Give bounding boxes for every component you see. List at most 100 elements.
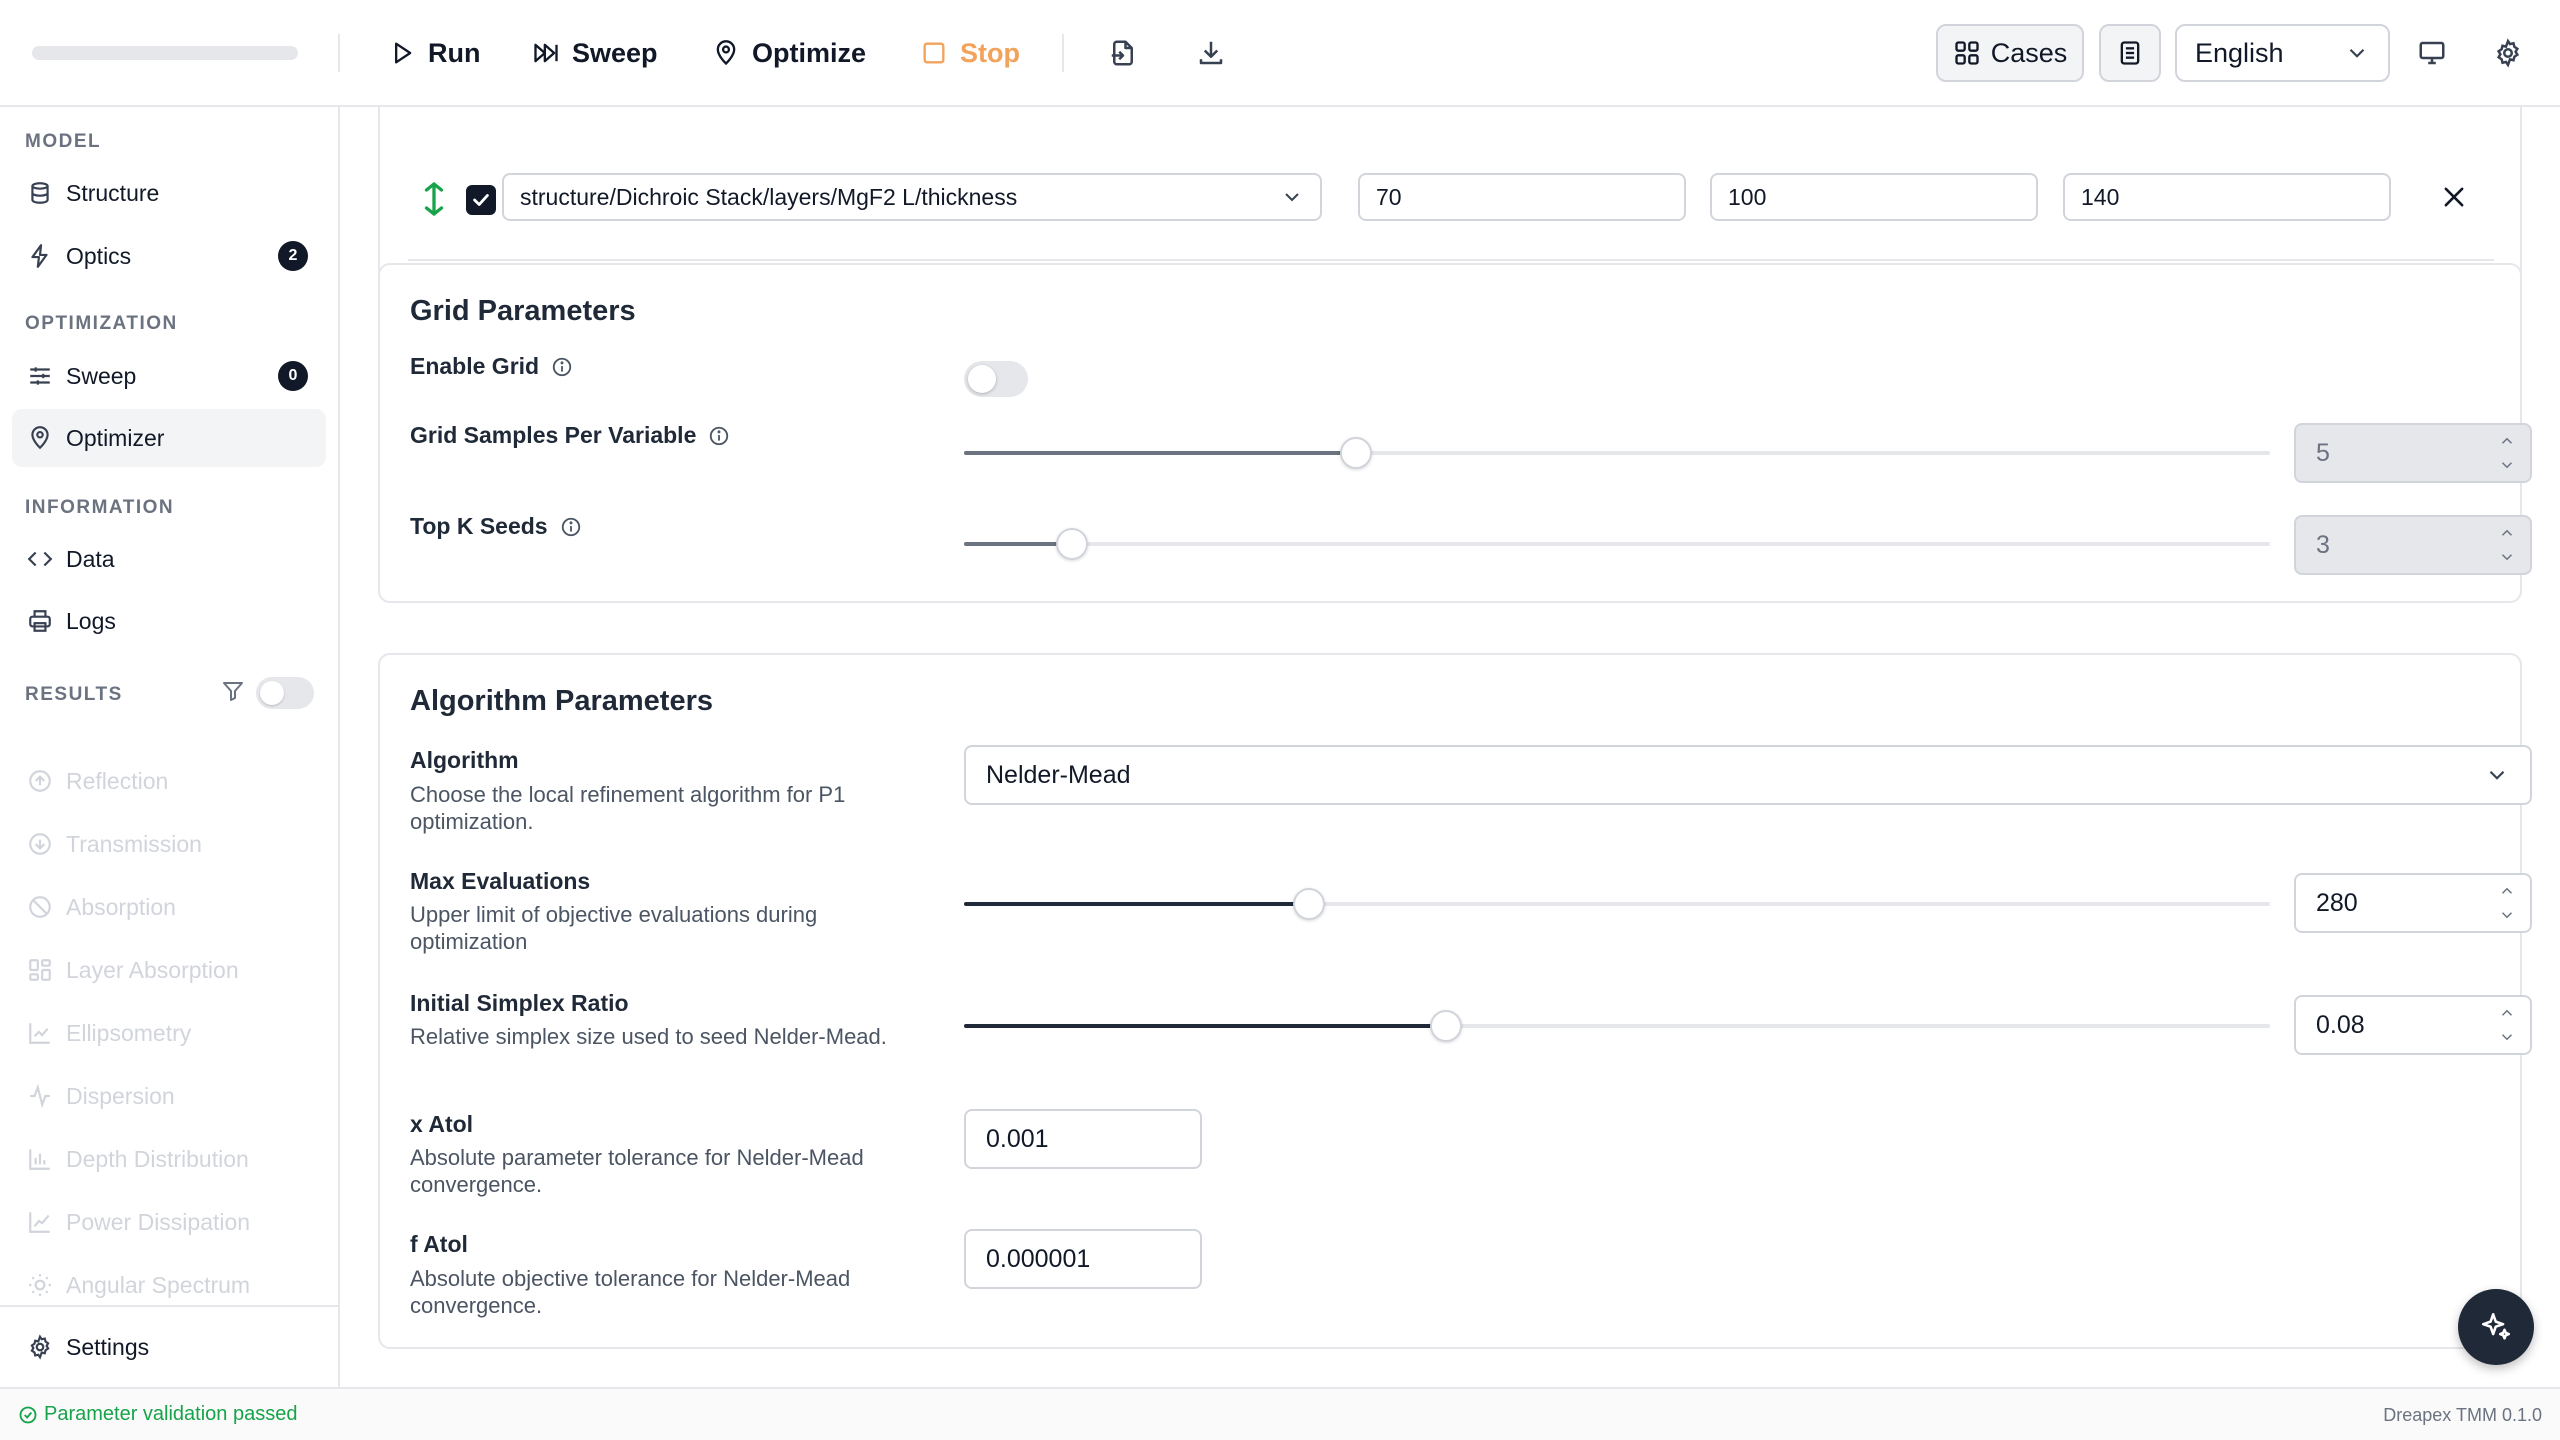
sidebar-item-ellipsometry[interactable]: Ellipsometry <box>12 1004 326 1062</box>
stepper-value: 0.08 <box>2316 1010 2365 1039</box>
display-button[interactable] <box>2413 34 2451 72</box>
optimize-label: Optimize <box>752 37 867 68</box>
ban-icon <box>29 896 51 918</box>
simplex-ratio-stepper[interactable]: 0.08 <box>2294 995 2532 1055</box>
sidebar-item-dispersion[interactable]: Dispersion <box>12 1067 326 1125</box>
sidebar-item-logs[interactable]: Logs <box>12 592 326 650</box>
chevron-up-icon[interactable] <box>2498 1005 2516 1021</box>
language-value: English <box>2195 37 2284 68</box>
sidebar-item-label: Dispersion <box>66 1082 175 1109</box>
sidebar-item-depth-distribution[interactable]: Depth Distribution <box>12 1130 326 1188</box>
notes-button[interactable] <box>2099 24 2161 82</box>
sparkles-icon <box>2481 1312 2511 1340</box>
f-atol-label: f Atol <box>410 1231 468 1257</box>
sidebar-item-label: Settings <box>66 1333 150 1360</box>
slider-fill <box>964 1024 1446 1028</box>
variable-checkbox[interactable] <box>466 185 496 215</box>
x-atol-description: Absolute parameter tolerance for Nelder-… <box>410 1145 864 1197</box>
grid-samples-slider[interactable] <box>964 437 2270 469</box>
variable-max-field[interactable]: 140 <box>2063 173 2391 221</box>
sidebar-item-reflection[interactable]: Reflection <box>12 752 326 810</box>
filter-icon[interactable] <box>221 679 245 703</box>
variable-path-select[interactable]: structure/Dichroic Stack/layers/MgF2 L/t… <box>502 173 1322 221</box>
chevron-down-icon[interactable] <box>2498 907 2516 923</box>
section-title-model: MODEL <box>25 131 102 152</box>
move-vertical-icon[interactable] <box>422 181 446 217</box>
stop-button[interactable]: Stop <box>920 28 1020 78</box>
variable-row: structure/Dichroic Stack/layers/MgF2 L/t… <box>408 149 2494 261</box>
sidebar-item-settings[interactable]: Settings <box>12 1318 326 1376</box>
sidebar-item-data[interactable]: Data <box>12 530 326 588</box>
max-evaluations-stepper[interactable]: 280 <box>2294 873 2532 933</box>
max-evaluations-slider[interactable] <box>964 888 2270 920</box>
chevron-up-icon[interactable] <box>2498 525 2516 541</box>
chevron-up-icon[interactable] <box>2498 883 2516 899</box>
cases-button[interactable]: Cases <box>1936 24 2084 82</box>
bar-chart-icon <box>29 1149 50 1170</box>
variable-max-value: 140 <box>2081 183 2120 210</box>
simplex-ratio-slider[interactable] <box>964 1010 2270 1042</box>
algorithm-select[interactable]: Nelder-Mead <box>964 745 2532 805</box>
chevron-down-icon <box>2489 770 2505 780</box>
slider-thumb[interactable] <box>1339 437 1372 469</box>
chevron-down-icon[interactable] <box>2498 549 2516 565</box>
top-k-slider[interactable] <box>964 528 2270 560</box>
sweep-button[interactable]: Sweep <box>532 28 658 78</box>
language-select[interactable]: English <box>2175 24 2390 82</box>
sun-icon <box>29 1274 51 1296</box>
ai-assistant-button[interactable] <box>2458 1289 2534 1365</box>
section-title-results: RESULTS <box>25 684 123 705</box>
param-label-text: Enable Grid <box>410 353 540 379</box>
chart-line-icon <box>29 1023 50 1044</box>
grid-samples-label: Grid Samples Per Variable <box>410 422 730 449</box>
sidebar-item-optimizer[interactable]: Optimizer <box>12 409 326 467</box>
sidebar-item-optics[interactable]: Optics 2 <box>12 227 326 285</box>
map-pin-icon <box>31 426 49 450</box>
chevron-down-icon[interactable] <box>2498 1029 2516 1045</box>
validation-status: Parameter validation passed <box>18 1403 297 1426</box>
sidebar-item-layer-absorption[interactable]: Layer Absorption <box>12 941 326 999</box>
chevron-down-icon <box>1285 193 1299 202</box>
stepper-value: 5 <box>2316 438 2330 467</box>
x-atol-label: x Atol <box>410 1111 474 1137</box>
results-filter-toggle[interactable] <box>256 677 314 709</box>
slider-thumb[interactable] <box>1429 1010 1462 1042</box>
stepper-value: 280 <box>2316 888 2358 917</box>
info-icon[interactable] <box>708 425 730 447</box>
sidebar-item-power-dissipation[interactable]: Power Dissipation <box>12 1193 326 1251</box>
activity-icon <box>30 1083 50 1109</box>
optimize-button[interactable]: Optimize <box>712 28 866 78</box>
settings-button[interactable] <box>2489 34 2527 72</box>
download-icon <box>1199 41 1223 65</box>
sidebar-item-absorption[interactable]: Absorption <box>12 878 326 936</box>
download-button[interactable] <box>1192 34 1230 72</box>
info-icon[interactable] <box>551 356 573 378</box>
chevron-down-icon[interactable] <box>2498 457 2516 473</box>
variable-min-value: 70 <box>1376 183 1402 210</box>
variable-min-field[interactable]: 70 <box>1358 173 1686 221</box>
top-k-stepper[interactable]: 3 <box>2294 515 2532 575</box>
card-title: Grid Parameters <box>410 295 636 327</box>
grid-samples-stepper[interactable]: 5 <box>2294 423 2532 483</box>
sidebar-item-label: Structure <box>66 179 160 206</box>
sidebar-item-label: Absorption <box>66 893 176 920</box>
f-atol-input[interactable]: 0.000001 <box>964 1229 1202 1289</box>
sidebar-item-label: Optimizer <box>66 424 165 451</box>
sidebar-item-sweep[interactable]: Sweep 0 <box>12 347 326 405</box>
variable-initial-field[interactable]: 100 <box>1710 173 2038 221</box>
slider-thumb[interactable] <box>1292 888 1325 920</box>
printer-icon <box>29 610 51 632</box>
import-button[interactable] <box>1104 34 1142 72</box>
close-icon[interactable] <box>2440 183 2468 211</box>
slider-thumb[interactable] <box>1056 528 1089 560</box>
chevron-up-icon[interactable] <box>2498 433 2516 449</box>
sweep-label: Sweep <box>572 37 658 68</box>
x-atol-input[interactable]: 0.001 <box>964 1109 1202 1169</box>
sidebar-item-transmission[interactable]: Transmission <box>12 815 326 873</box>
run-button[interactable]: Run <box>388 28 480 78</box>
stop-square-icon <box>923 42 945 64</box>
sidebar-item-structure[interactable]: Structure <box>12 164 326 222</box>
enable-grid-toggle[interactable] <box>964 361 1028 397</box>
count-badge: 0 <box>278 361 308 391</box>
info-icon[interactable] <box>560 516 582 538</box>
